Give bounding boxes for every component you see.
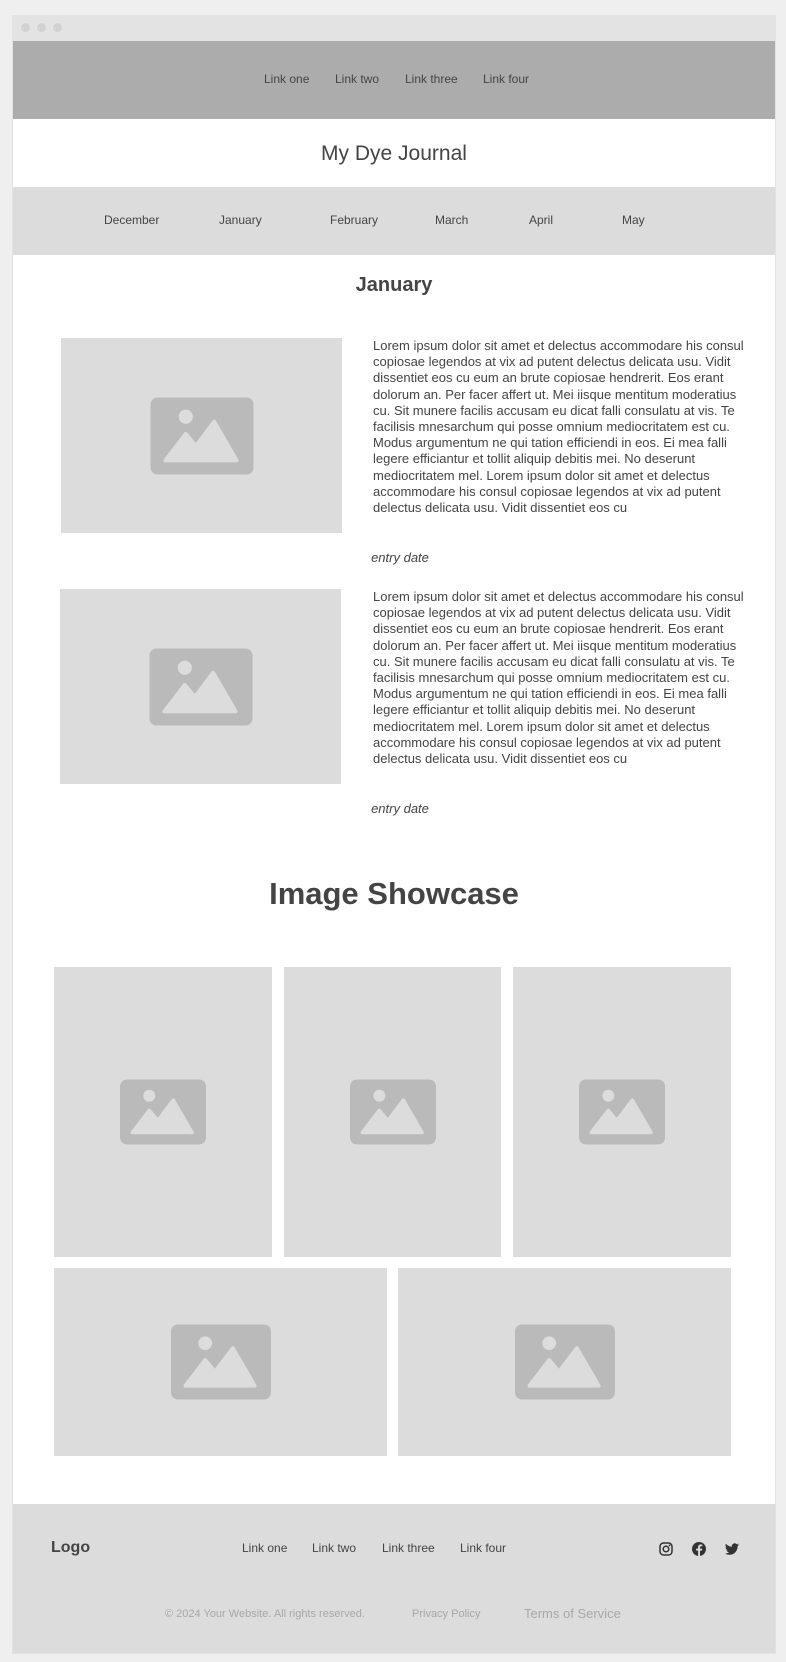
- title-bar: My Dye Journal: [13, 119, 775, 187]
- month-tab-january[interactable]: January: [219, 213, 262, 227]
- footer-logo[interactable]: Logo: [51, 1539, 90, 1557]
- browser-window: Link one Link two Link three Link four M…: [12, 15, 776, 1654]
- footer-link-two[interactable]: Link two: [312, 1541, 356, 1555]
- nav-link-three[interactable]: Link three: [405, 72, 458, 86]
- entry-1-image: [61, 338, 342, 533]
- showcase-image-5: [398, 1268, 731, 1456]
- nav-link-one[interactable]: Link one: [264, 72, 309, 86]
- image-placeholder-icon: [150, 397, 253, 474]
- terms-of-service-link[interactable]: Terms of Service: [524, 1606, 621, 1621]
- footer-link-three[interactable]: Link three: [382, 1541, 435, 1555]
- site-title: My Dye Journal: [321, 142, 467, 165]
- privacy-policy-link[interactable]: Privacy Policy: [412, 1608, 480, 1620]
- journal-month-heading: January: [355, 274, 433, 296]
- window-dot-maximize[interactable]: [53, 23, 62, 32]
- showcase-image-4: [54, 1268, 387, 1456]
- image-placeholder-icon: [170, 1324, 271, 1400]
- window-dot-minimize[interactable]: [37, 23, 46, 32]
- site-footer: Logo Link one Link two Link three Link f…: [13, 1504, 775, 1653]
- showcase-image-2: [284, 967, 501, 1257]
- instagram-icon[interactable]: [658, 1541, 674, 1557]
- footer-link-one[interactable]: Link one: [242, 1541, 287, 1555]
- window-dot-close[interactable]: [21, 23, 30, 32]
- top-navigation: Link one Link two Link three Link four: [13, 41, 775, 119]
- copyright-text: © 2024 Your Website. All rights reserved…: [165, 1608, 365, 1620]
- image-placeholder-icon: [149, 648, 252, 725]
- month-navigation: December January February March April Ma…: [13, 187, 775, 255]
- month-tab-march[interactable]: March: [435, 213, 468, 227]
- showcase-heading: Image Showcase: [269, 876, 519, 911]
- image-placeholder-icon: [579, 1079, 665, 1145]
- entry-1-text: Lorem ipsum dolor sit amet et delectus a…: [373, 338, 744, 516]
- nav-link-two[interactable]: Link two: [335, 72, 379, 86]
- image-placeholder-icon: [514, 1324, 615, 1400]
- month-tab-april[interactable]: April: [529, 213, 553, 227]
- entry-2-date: entry date: [371, 801, 429, 816]
- entry-1-date: entry date: [371, 550, 429, 565]
- image-placeholder-icon: [349, 1079, 436, 1145]
- month-tab-may[interactable]: May: [622, 213, 645, 227]
- month-tab-february[interactable]: February: [330, 213, 378, 227]
- nav-link-four[interactable]: Link four: [483, 72, 529, 86]
- footer-link-four[interactable]: Link four: [460, 1541, 506, 1555]
- showcase-image-3: [513, 967, 731, 1257]
- showcase-image-1: [54, 967, 272, 1257]
- month-tab-december[interactable]: December: [104, 213, 159, 227]
- image-placeholder-icon: [120, 1079, 206, 1145]
- facebook-icon[interactable]: [691, 1541, 707, 1557]
- entry-2-image: [60, 589, 341, 784]
- twitter-icon[interactable]: [724, 1541, 740, 1557]
- entry-2-text: Lorem ipsum dolor sit amet et delectus a…: [373, 589, 744, 767]
- window-chrome: [13, 16, 775, 41]
